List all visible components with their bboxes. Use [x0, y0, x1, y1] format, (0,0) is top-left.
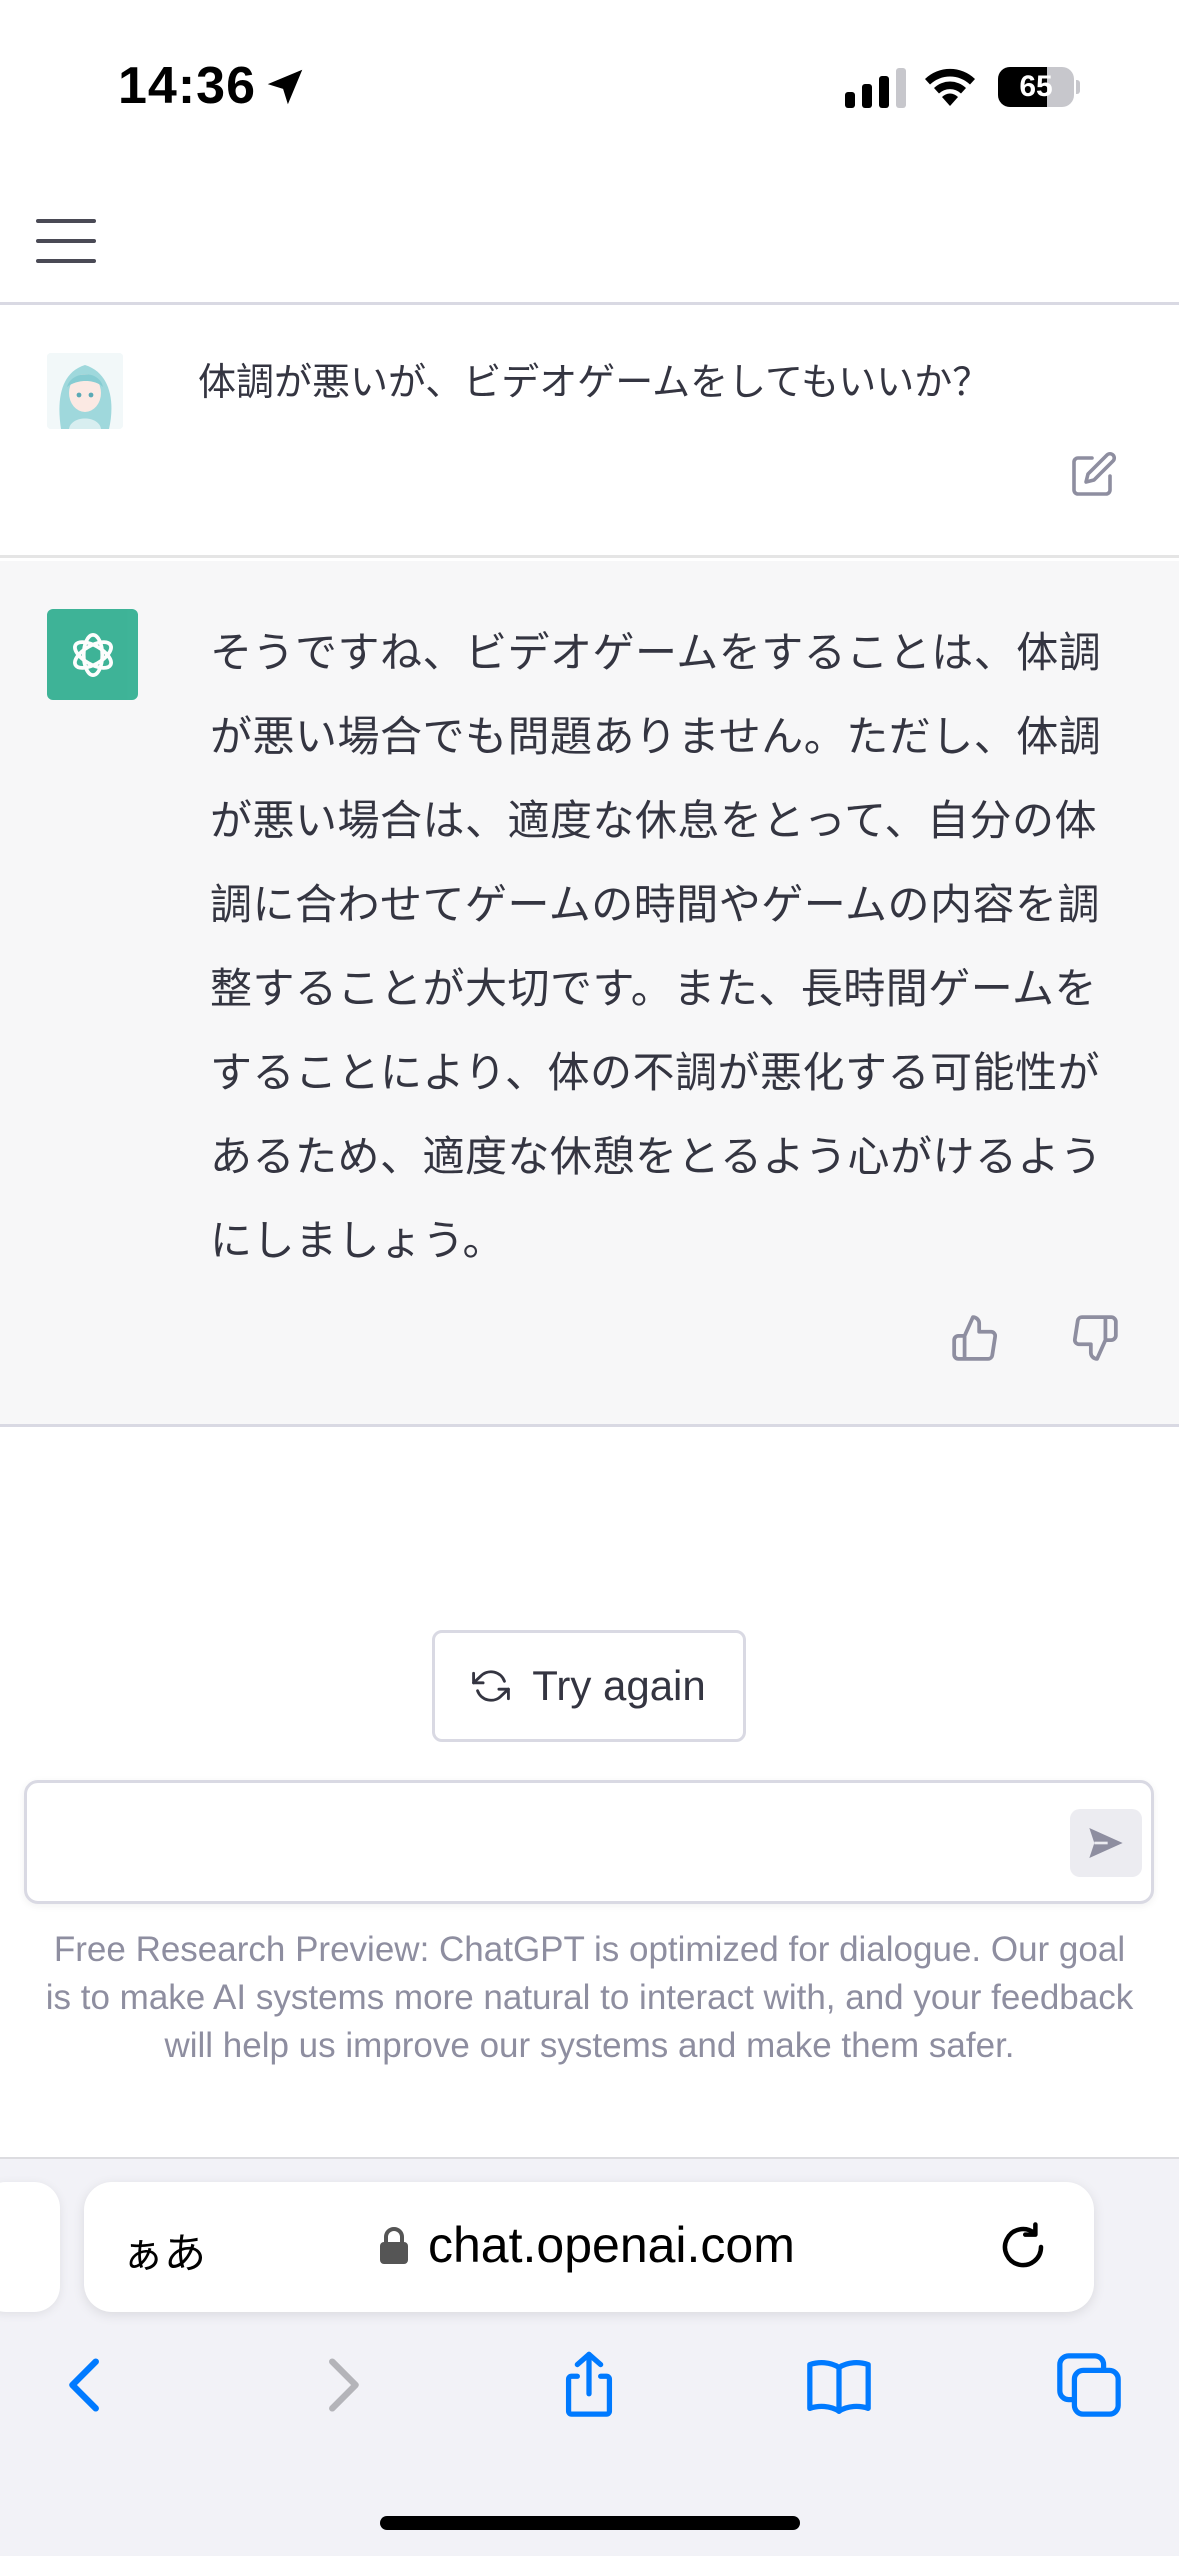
bookmarks-icon[interactable] — [804, 2350, 874, 2420]
url-text: chat.openai.com — [428, 2217, 795, 2273]
battery-icon: 65 — [998, 67, 1080, 107]
send-icon — [1089, 1828, 1123, 1858]
previous-tab-preview[interactable] — [0, 2182, 60, 2312]
send-button[interactable] — [1070, 1809, 1142, 1877]
text-size-button[interactable]: ぁあ — [122, 2220, 206, 2281]
openai-logo-icon — [47, 609, 138, 700]
refresh-icon — [472, 1670, 511, 1702]
location-arrow-icon — [267, 69, 303, 105]
try-again-label: Try again — [532, 1662, 706, 1709]
message-input[interactable] — [51, 1803, 1051, 1883]
back-icon[interactable] — [52, 2350, 122, 2420]
wifi-icon — [925, 68, 975, 106]
disclaimer-text: Free Research Preview: ChatGPT is optimi… — [45, 1930, 1134, 2065]
home-indicator — [380, 2516, 800, 2530]
share-icon[interactable] — [554, 2350, 624, 2420]
forward-icon[interactable] — [306, 2350, 376, 2420]
hamburger-menu-icon[interactable] — [36, 219, 96, 263]
address-bar[interactable]: ぁあ chat.openai.com — [84, 2182, 1094, 2312]
status-bar: 14:36 65 — [0, 0, 1179, 175]
top-nav — [0, 175, 1179, 305]
edit-icon[interactable] — [1070, 450, 1118, 498]
user-avatar — [47, 353, 123, 429]
cellular-signal-icon — [845, 68, 906, 108]
user-message-row: 体調が悪いが、ビデオゲームをしてもいいか？ — [0, 308, 1179, 558]
thumbs-up-icon[interactable] — [950, 1313, 1000, 1363]
tabs-icon[interactable] — [1054, 2350, 1124, 2420]
lock-icon — [380, 2227, 408, 2264]
thumbs-down-icon[interactable] — [1070, 1313, 1120, 1363]
reload-icon[interactable] — [996, 2220, 1050, 2274]
try-again-button[interactable]: Try again — [432, 1630, 746, 1742]
message-composer — [24, 1780, 1154, 1904]
status-time: 14:36 — [118, 57, 256, 115]
assistant-message-row: そうですね、ビデオゲームをすることは、体調が悪い場合でも問題ありません。ただし、… — [0, 561, 1179, 1427]
battery-level: 65 — [1019, 70, 1053, 103]
assistant-message-text: そうですね、ビデオゲームをすることは、体調が悪い場合でも問題ありません。ただし、… — [210, 628, 1103, 1265]
user-message-text: 体調が悪いが、ビデオゲームをしてもいいか？ — [198, 360, 991, 404]
